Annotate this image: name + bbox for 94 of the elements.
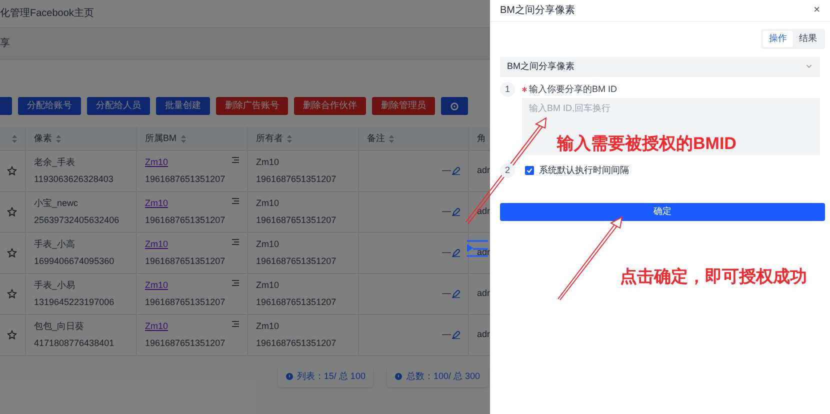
- drawer-title: BM之间分享像素: [500, 4, 575, 18]
- pixel-name: 手表_小易: [34, 279, 76, 292]
- pencil-icon[interactable]: [452, 249, 460, 257]
- list-icon[interactable]: [232, 280, 239, 286]
- bm-id: 1961687651351207: [145, 214, 226, 226]
- bm-id: 1961687651351207: [145, 254, 226, 268]
- annotation-text: 点击确定，即可授权成功: [620, 266, 807, 288]
- checkbox-label: 系统默认执行时间间隔: [539, 164, 629, 177]
- sort-icon[interactable]: [180, 134, 186, 142]
- pencil-icon[interactable]: [452, 208, 460, 216]
- step-number: 1: [500, 82, 515, 97]
- stat-text: 列表：15/ 总 100: [296, 370, 366, 383]
- step-number: 2: [500, 163, 515, 178]
- bm-id: 1961687651351207: [145, 172, 226, 186]
- star-icon[interactable]: [7, 207, 17, 217]
- settings-button[interactable]: [441, 97, 468, 115]
- checkbox[interactable]: [525, 166, 534, 175]
- bm-link[interactable]: Zm10: [145, 320, 168, 334]
- owner-name: Zm10: [256, 279, 280, 292]
- pixel-name: 老余_手表: [34, 156, 76, 169]
- bm-id: 1961687651351207: [145, 296, 226, 308]
- action-button[interactable]: 删除管理员: [372, 97, 435, 115]
- role-text: adr: [477, 328, 490, 342]
- action-button[interactable]: 删除合作伙伴: [294, 97, 366, 115]
- owner-name: Zm10: [256, 197, 280, 210]
- owner-name: Zm10: [256, 320, 280, 333]
- pixel-name: 手表_小高: [34, 238, 76, 251]
- sort-icon[interactable]: [287, 134, 292, 142]
- role-text: adr: [477, 287, 490, 300]
- confirm-button[interactable]: 确定: [500, 203, 825, 221]
- stat-text: 总数：100/ 总 300: [406, 370, 480, 383]
- annotation-text: 输入需要被授权的BMID: [557, 133, 736, 155]
- pixel-id: 1319645223197006: [34, 296, 116, 308]
- pencil-icon[interactable]: [452, 167, 460, 175]
- action-button[interactable]: 分配给人员: [87, 97, 150, 115]
- star-icon[interactable]: [7, 248, 17, 258]
- pixel-id: 25639732405632406: [34, 214, 120, 226]
- settings-icon: [450, 102, 459, 110]
- pixel-name: 包包_向日葵: [34, 320, 86, 333]
- note-text: —: [442, 287, 451, 300]
- info-icon: [395, 373, 402, 380]
- pencil-icon[interactable]: [452, 290, 460, 298]
- column-header: 备注: [367, 132, 385, 145]
- section-title: BM之间分享像素: [507, 60, 574, 74]
- tab[interactable]: 享: [0, 36, 10, 51]
- field-label: 输入你要分享的BM ID: [529, 82, 618, 96]
- close-button[interactable]: ×: [814, 5, 820, 16]
- info-icon: [286, 373, 293, 380]
- sort-icon[interactable]: [12, 134, 17, 142]
- pixel-id: 1193063626328403: [34, 172, 114, 186]
- owner-id: 1961687651351207: [256, 214, 338, 226]
- owner-name: Zm10: [256, 156, 280, 169]
- owner-id: 1961687651351207: [256, 172, 338, 186]
- owner-id: 1961687651351207: [256, 336, 338, 350]
- tab[interactable]: 结果: [793, 31, 823, 47]
- list-icon[interactable]: [232, 239, 239, 245]
- bm-link[interactable]: Zm10: [145, 279, 168, 292]
- column-header: 像素: [34, 132, 52, 145]
- sort-icon[interactable]: [56, 134, 61, 142]
- action-button[interactable]: 删除广告账号: [216, 97, 288, 115]
- page-title: 化管理Facebook主页: [0, 6, 94, 21]
- pixel-id: 1699406674095360: [34, 254, 116, 268]
- list-icon[interactable]: [232, 157, 239, 163]
- note-text: —: [442, 205, 451, 218]
- star-icon[interactable]: [7, 330, 17, 340]
- list-icon[interactable]: [232, 321, 239, 327]
- bm-link[interactable]: Zm10: [145, 238, 168, 252]
- role-text: adr: [477, 246, 490, 260]
- sort-icon[interactable]: [389, 134, 394, 142]
- tab[interactable]: 操作: [763, 31, 793, 47]
- pixel-id: 4171808776438401: [34, 336, 116, 350]
- indent-icon: [466, 240, 489, 257]
- column-header: 角: [477, 132, 486, 145]
- collapse-header[interactable]: BM之间分享像素: [500, 57, 820, 77]
- pixel-name: 小宝_newc: [34, 197, 80, 210]
- action-button[interactable]: 分配给账号: [18, 97, 81, 115]
- star-icon[interactable]: [7, 166, 17, 176]
- bm-link[interactable]: Zm10: [145, 156, 168, 170]
- note-text: —: [442, 164, 451, 178]
- owner-id: 1961687651351207: [256, 296, 338, 308]
- owner-id: 1961687651351207: [256, 254, 338, 268]
- pencil-icon[interactable]: [452, 331, 460, 339]
- column-header: 所属BM: [145, 132, 176, 145]
- star-icon[interactable]: [7, 289, 17, 299]
- owner-name: Zm10: [256, 238, 280, 251]
- bm-link[interactable]: Zm10: [145, 197, 168, 210]
- column-header: 所有者: [256, 132, 283, 145]
- role-text: adr: [477, 164, 490, 178]
- role-text: adr: [477, 205, 490, 218]
- bm-id: 1961687651351207: [145, 336, 226, 350]
- list-icon[interactable]: [232, 198, 239, 204]
- note-text: —: [442, 328, 451, 342]
- action-button[interactable]: 批量创建: [156, 97, 210, 115]
- note-text: —: [442, 246, 451, 260]
